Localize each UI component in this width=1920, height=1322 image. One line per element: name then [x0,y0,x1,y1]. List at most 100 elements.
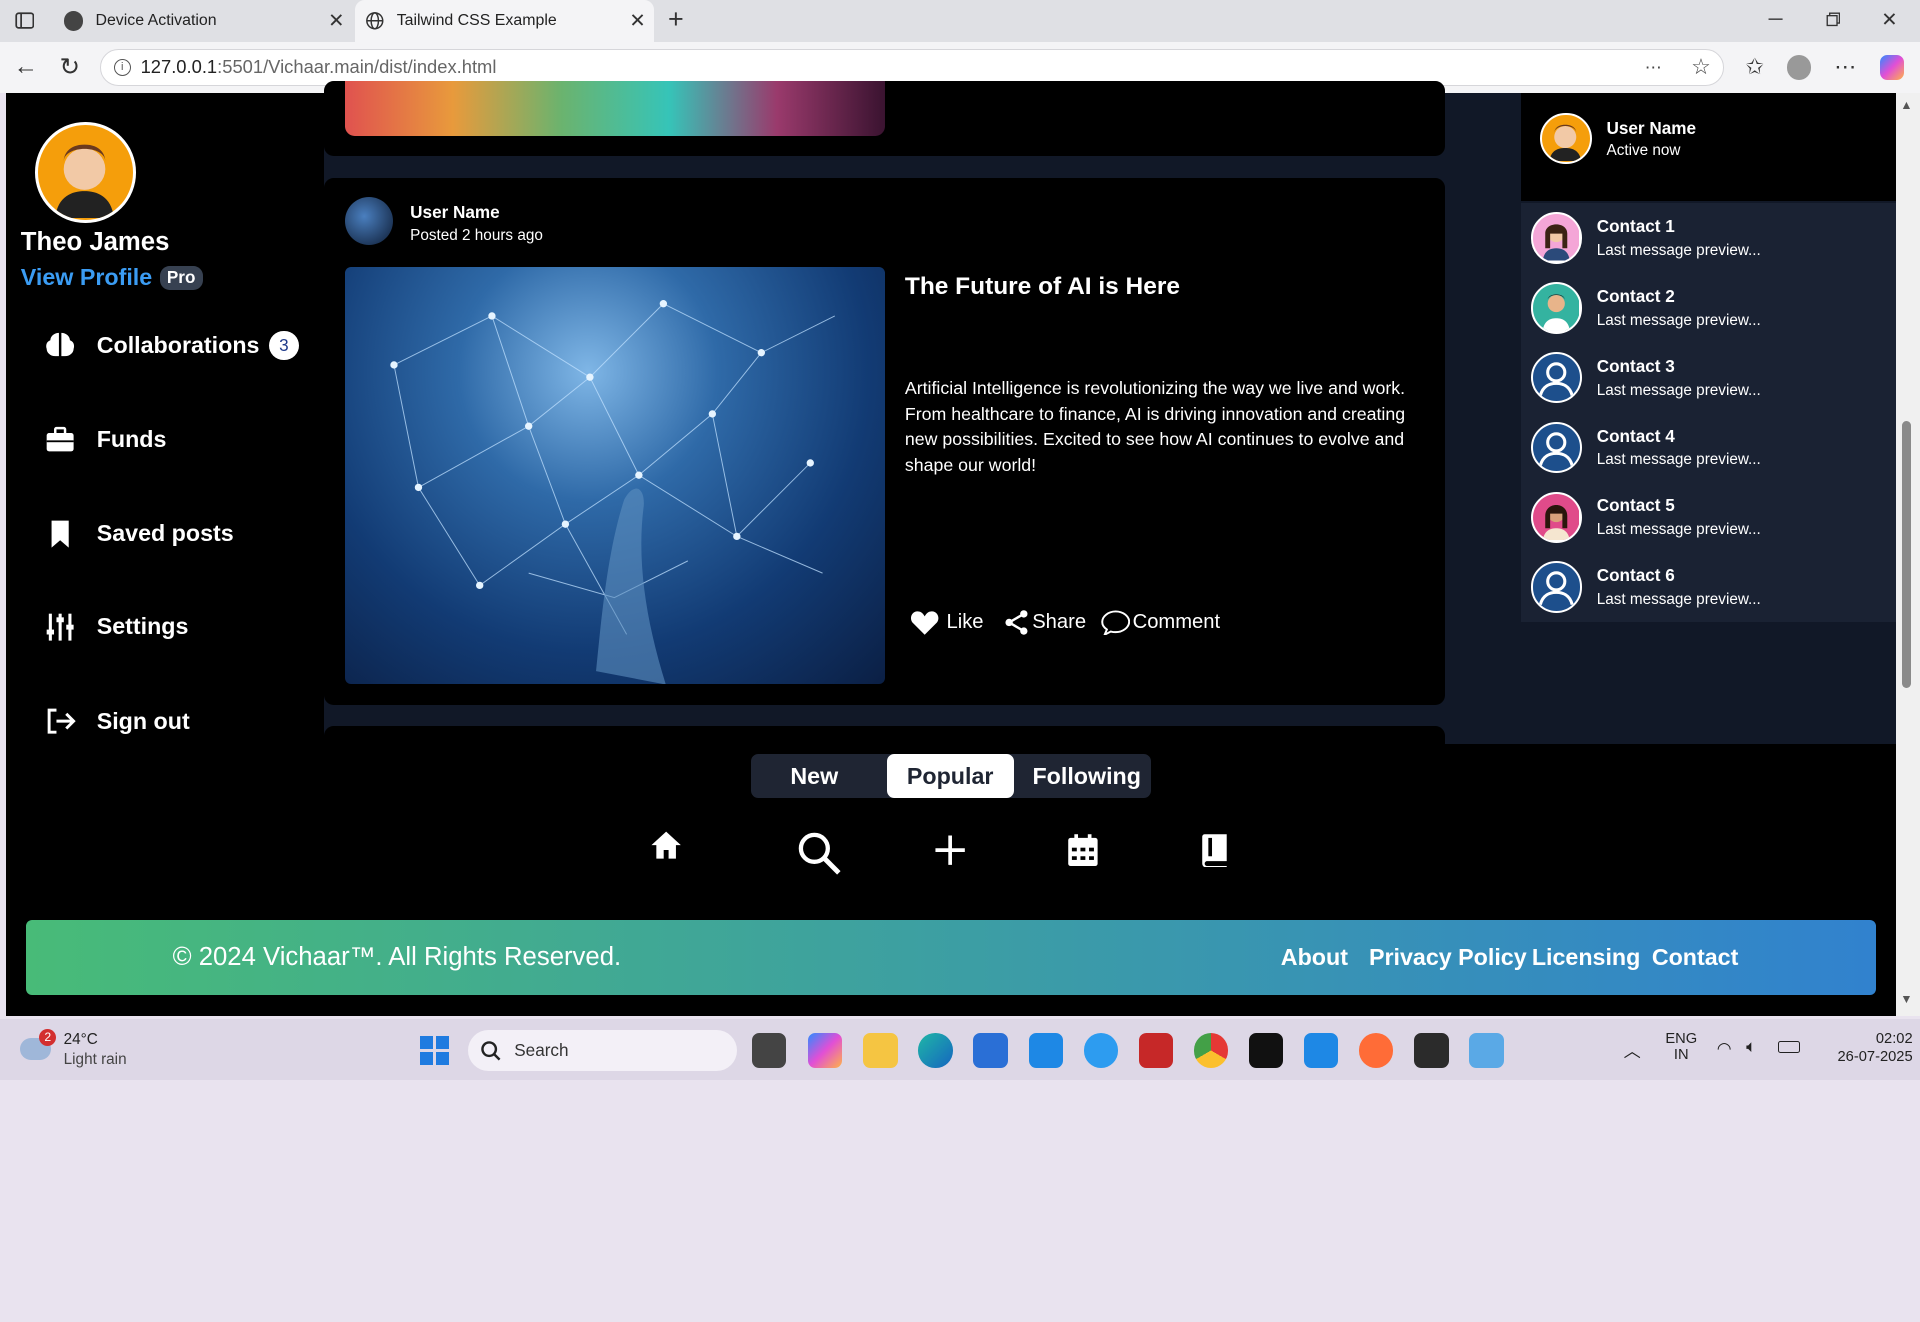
nav-label: Funds [96,426,167,453]
search-icon[interactable] [796,830,843,883]
like-label: Like [946,610,984,633]
copilot-app-icon[interactable] [808,1033,843,1068]
store-icon[interactable] [973,1033,1008,1068]
favorites-icon[interactable]: ✩ [1741,54,1768,81]
contact-item[interactable]: Contact 2 Last message preview... [1520,273,1896,343]
chat-user-status: Active now [1606,142,1681,160]
weather-temp: 24°C [63,1031,98,1048]
page-scrollbar[interactable]: ▲ ▼ [1895,93,1920,1017]
post-card: User Name Posted 2 hours ago The Future … [324,177,1445,706]
book-icon[interactable] [1201,833,1228,873]
file-explorer-icon[interactable] [863,1033,898,1068]
task-view-icon[interactable] [751,1033,787,1068]
app-icon[interactable] [1469,1033,1504,1068]
myhp-icon[interactable] [1028,1033,1063,1068]
nav-label: Collaborations [96,331,260,358]
tab-strip: Device Activation ✕ Tailwind CSS Example… [0,0,1920,42]
tab-popular[interactable]: Popular [886,754,1014,799]
menu-dots-icon[interactable]: ⋯ [1832,54,1859,81]
edge-icon[interactable] [918,1033,953,1068]
back-icon[interactable]: ← [12,53,39,81]
comment-button[interactable]: Comment [1101,609,1220,636]
search-icon [481,1040,501,1061]
footer-link-privacy[interactable]: Privacy Policy [1369,944,1527,971]
taskbar: 2 24°C Light rain Search ︿ ENG IN ◠ 🔈︎ 02… [0,1018,1920,1080]
contact-preview: Last message preview... [1596,521,1761,539]
view-profile-link[interactable]: View Profile [21,264,152,291]
favorite-star-icon[interactable]: ☆ [1691,54,1711,80]
feed: User Name Posted 2 hours ago The Future … [324,80,1525,763]
close-tab-icon[interactable]: ✕ [328,9,344,33]
contact-preview: Last message preview... [1596,451,1761,469]
contact-preview: Last message preview... [1596,381,1761,399]
contact-preview: Last message preview... [1596,311,1761,329]
tips-icon[interactable] [1083,1033,1118,1068]
contact-avatar [1530,352,1583,404]
profile-icon[interactable] [1785,54,1812,81]
footer-link-licensing[interactable]: Licensing [1532,944,1641,971]
mcafee-icon[interactable] [1138,1033,1174,1068]
language-indicator[interactable]: ENG IN [1665,1031,1697,1063]
copilot-icon[interactable] [1878,54,1905,81]
contact-name: Contact 5 [1596,495,1675,516]
nav-saved-posts[interactable]: Saved posts [43,517,234,551]
nav-sign-out[interactable]: Sign out [43,704,190,738]
battery-icon[interactable] [1777,1040,1800,1054]
contact-item[interactable]: Contact 5 Last message preview... [1520,482,1896,553]
weather-widget[interactable]: 2 24°C Light rain [19,1028,142,1073]
wifi-icon[interactable]: ◠ [1717,1038,1732,1059]
post-user-name[interactable]: User Name [410,202,499,223]
footer-link-contact[interactable]: Contact [1652,944,1739,971]
like-button[interactable]: Like [910,609,984,636]
footer-link-about[interactable]: About [1281,944,1348,971]
site-info-icon[interactable]: i [113,58,131,76]
vscode-icon[interactable] [1304,1033,1339,1068]
more-page-icon[interactable]: ⋯ [1645,57,1662,78]
clock[interactable]: 02:02 26-07-2025 [1810,1031,1913,1065]
sidebar-toggle-icon[interactable] [12,10,36,32]
contact-name: Contact 1 [1596,216,1675,237]
terminal-icon[interactable] [1414,1033,1449,1068]
plus-icon[interactable] [933,833,967,873]
postman-icon[interactable] [1359,1033,1394,1068]
browser-chrome: Device Activation ✕ Tailwind CSS Example… [0,0,1920,94]
chevron-up-icon[interactable]: ︿ [1624,1037,1641,1062]
tab-tailwind-example[interactable]: Tailwind CSS Example ✕ [355,0,654,42]
scroll-thumb[interactable] [1901,421,1912,689]
nav-settings[interactable]: Settings [43,610,188,644]
minimize-icon[interactable]: ─ [1763,7,1787,31]
tab-new[interactable]: New [751,754,878,798]
start-icon[interactable] [420,1035,450,1066]
share-button[interactable]: Share [1003,609,1086,636]
home-icon[interactable] [649,828,683,868]
scroll-up-icon[interactable]: ▲ [1900,98,1912,112]
profile-name: Theo James [20,227,170,256]
brain-icon [46,333,74,357]
post-user-avatar[interactable] [345,197,394,245]
page: Theo James View Profile Pro Collaboratio… [6,80,1896,1017]
profile-avatar[interactable] [35,122,136,223]
chat-user-avatar[interactable] [1540,112,1592,165]
contact-item[interactable]: Contact 6 Last message preview... [1520,552,1896,622]
github-icon [63,11,84,31]
restore-icon[interactable] [1821,7,1845,31]
close-tab-icon[interactable]: ✕ [629,9,645,33]
contact-item[interactable]: Contact 3 Last message preview... [1520,342,1896,413]
close-window-icon[interactable]: ✕ [1877,7,1901,31]
taskbar-search[interactable]: Search [467,1029,738,1072]
nav-funds[interactable]: Funds [43,422,167,456]
reload-icon[interactable]: ↻ [56,54,83,81]
webex-icon[interactable] [1248,1033,1284,1068]
nav-label: Sign out [96,707,190,734]
contact-item[interactable]: Contact 4 Last message preview... [1520,412,1896,483]
new-tab-icon[interactable]: + [661,4,690,34]
volume-icon[interactable]: 🔈︎ [1746,1036,1756,1057]
tab-following[interactable]: Following [1022,754,1151,798]
calendar-icon[interactable] [1067,833,1099,873]
contact-item[interactable]: Contact 1 Last message preview... [1520,203,1896,274]
chrome-icon[interactable] [1193,1033,1229,1068]
nav-collaborations[interactable]: Collaborations 3 [43,328,299,362]
tab-device-activation[interactable]: Device Activation ✕ [54,0,353,42]
post-body: Artificial Intelligence is revolutionizi… [904,377,1406,476]
scroll-down-icon[interactable]: ▼ [1900,992,1912,1006]
